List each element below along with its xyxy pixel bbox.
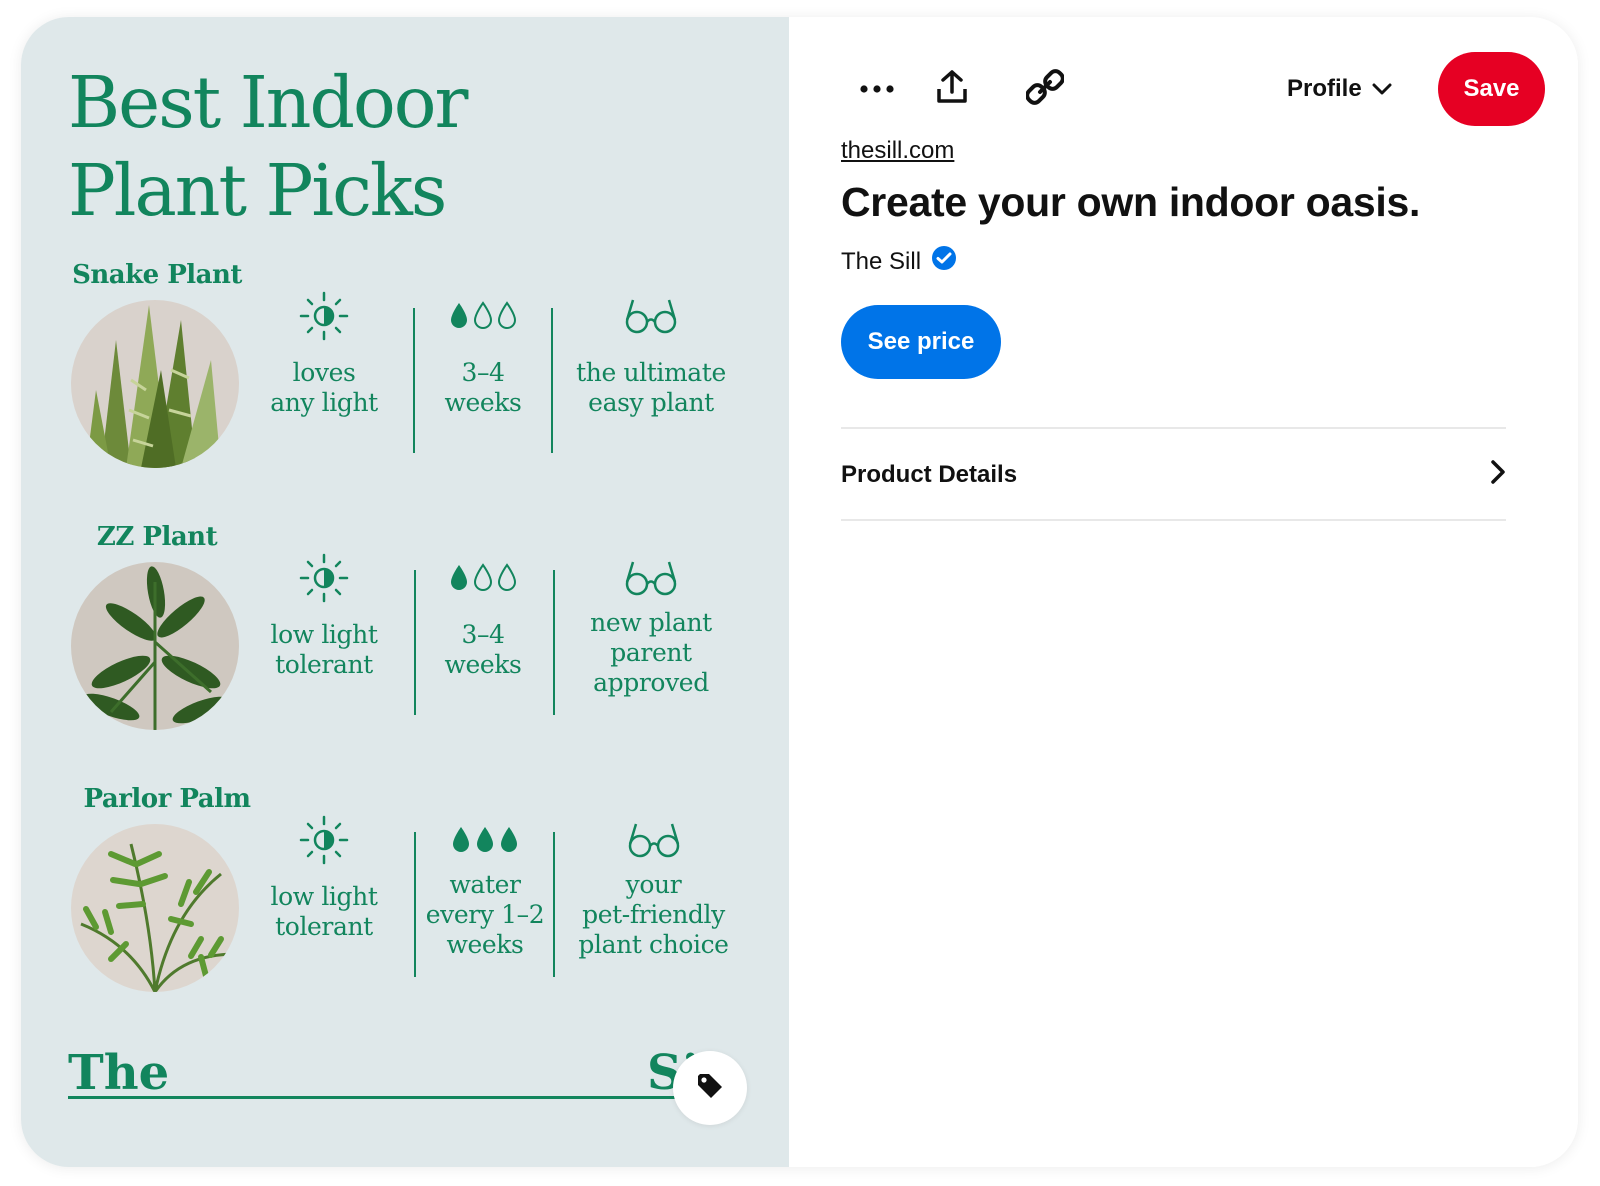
link-icon: [1025, 68, 1065, 111]
water-attribute: 3–4 weeks: [408, 554, 558, 680]
product-details-label: Product Details: [841, 461, 1018, 488]
chevron-right-icon: [1490, 459, 1506, 492]
copy-link-button[interactable]: [1017, 61, 1073, 117]
glasses-icon: [576, 554, 726, 602]
pin-closeup-card: Best Indoor Plant Picks Snake Plant love…: [21, 17, 1578, 1167]
divider-line: [553, 570, 555, 715]
light-attribute: low light tolerant: [249, 815, 399, 942]
snake-plant-photo: [71, 300, 239, 468]
source-link[interactable]: thesill.com: [841, 137, 954, 165]
plant-row-snake: Snake Plant loves any light 3–4 weeks th…: [21, 260, 789, 510]
glasses-icon: [576, 816, 731, 864]
water-drops-icon: [408, 292, 558, 340]
brand-wordmark-left: The: [68, 1045, 170, 1101]
note-attribute: new plant parent approved: [576, 554, 726, 698]
profile-board-dropdown[interactable]: Profile: [1287, 67, 1392, 111]
product-details-row[interactable]: Product Details: [841, 429, 1506, 521]
divider: [841, 519, 1506, 521]
water-drops-icon: [410, 816, 560, 864]
water-attribute: water every 1–2 weeks: [410, 816, 560, 960]
light-attribute: low light tolerant: [249, 553, 399, 680]
water-drops-icon: [408, 554, 558, 602]
see-price-button[interactable]: See price: [841, 305, 1001, 379]
light-attribute: loves any light: [249, 291, 399, 418]
plant-name: Snake Plant: [72, 260, 242, 290]
parlor-palm-photo: [71, 824, 239, 992]
plant-name: Parlor Palm: [83, 784, 251, 814]
plant-row-parlor-palm: Parlor Palm low light tolerant water eve…: [21, 784, 789, 1034]
plant-name: ZZ Plant: [96, 522, 218, 552]
pin-title: Create your own indoor oasis.: [841, 179, 1421, 225]
pin-details-panel: Profile Save thesill.com Create your own…: [789, 17, 1578, 1167]
creator-name: The Sill: [841, 247, 922, 275]
note-attribute: the ultimate easy plant: [576, 292, 726, 418]
more-options-button[interactable]: [849, 61, 905, 117]
verified-badge-icon: [931, 245, 957, 278]
save-button[interactable]: Save: [1438, 52, 1545, 126]
creator-info[interactable]: The Sill: [841, 245, 957, 278]
sun-icon: [249, 553, 399, 603]
sun-icon: [249, 291, 399, 341]
glasses-icon: [576, 292, 726, 340]
product-tag-button[interactable]: [673, 1051, 747, 1125]
chevron-down-icon: [1372, 75, 1392, 103]
tag-icon: [695, 1071, 725, 1106]
divider-line: [551, 308, 553, 453]
profile-label: Profile: [1287, 75, 1362, 102]
plant-row-zz: ZZ Plant low light tolerant 3–4 weeks ne…: [21, 522, 789, 772]
more-dots-icon: [860, 80, 894, 98]
zz-plant-photo: [71, 562, 239, 730]
sun-icon: [249, 815, 399, 865]
note-attribute: your pet-friendly plant choice: [576, 816, 731, 960]
infographic-title: Best Indoor Plant Picks: [68, 61, 468, 232]
share-upload-icon: [936, 69, 968, 109]
share-button[interactable]: [924, 61, 980, 117]
brand-underline: [68, 1096, 728, 1099]
divider-line: [553, 832, 555, 977]
pin-image[interactable]: Best Indoor Plant Picks Snake Plant love…: [21, 17, 789, 1167]
water-attribute: 3–4 weeks: [408, 292, 558, 418]
